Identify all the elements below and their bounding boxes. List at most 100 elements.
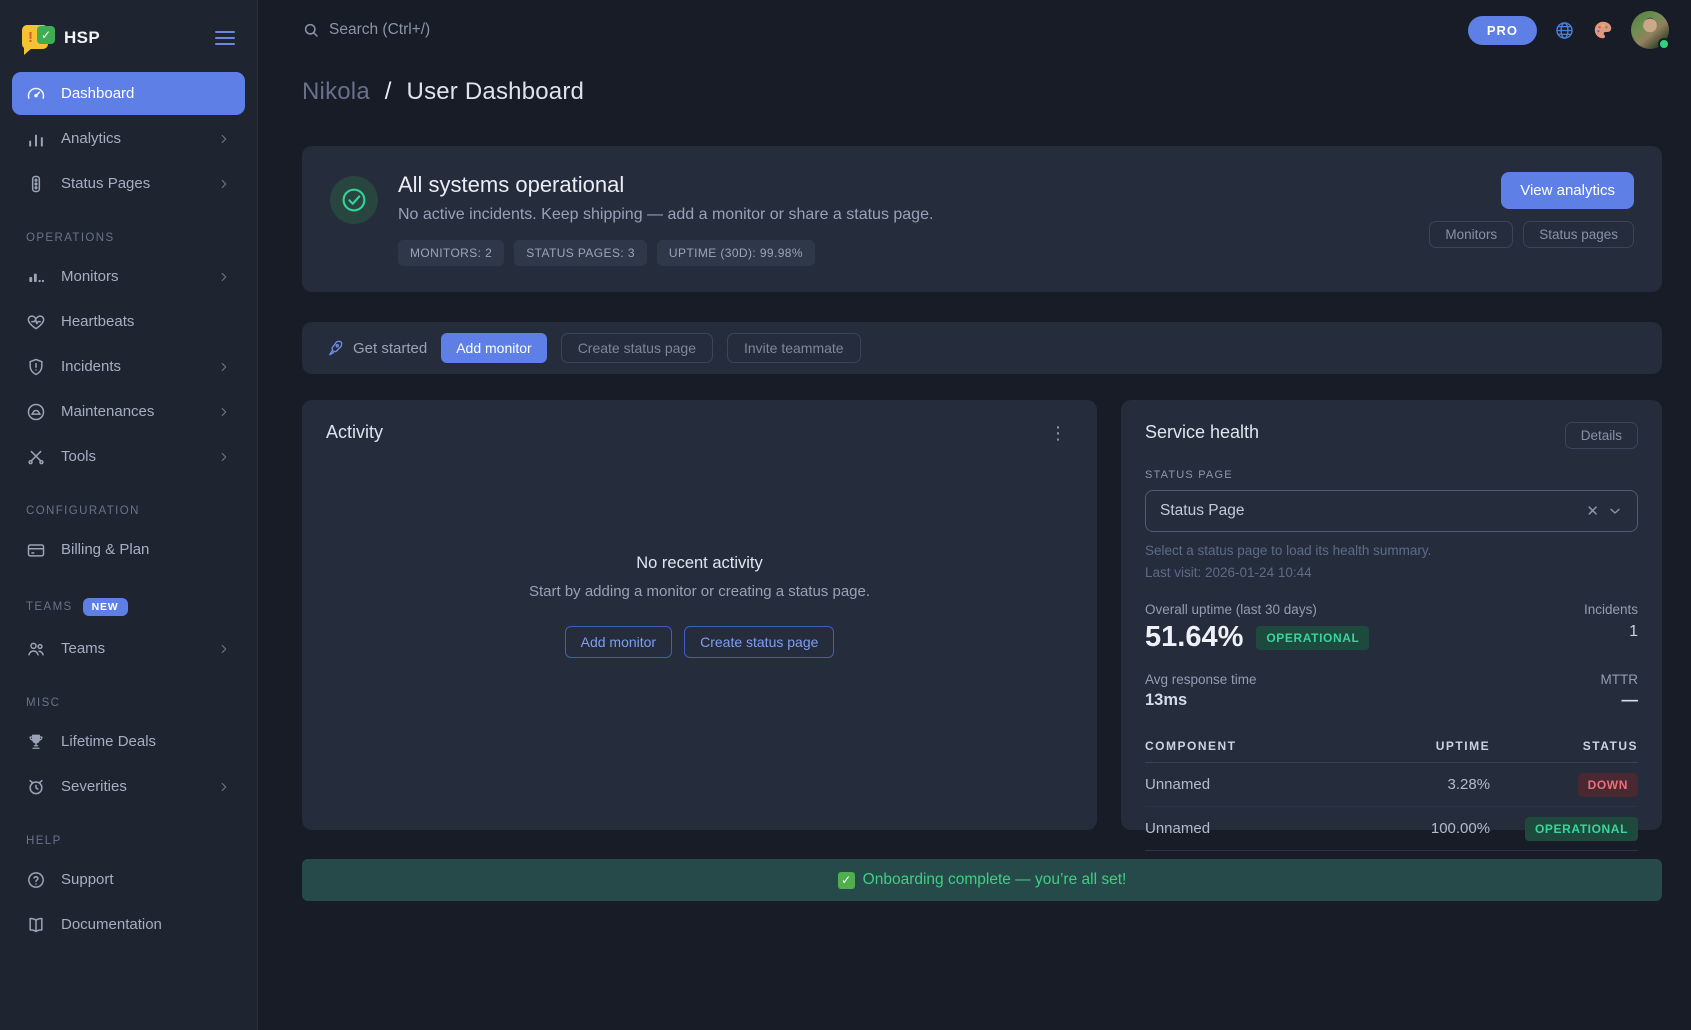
column-header-component: COMPONENT <box>1145 730 1352 763</box>
chevron-right-icon <box>217 360 231 374</box>
search-placeholder: Search (Ctrl+/) <box>329 21 430 39</box>
add-monitor-button[interactable]: Add monitor <box>441 333 546 363</box>
online-status-dot <box>1658 38 1670 50</box>
content: Nikola / User Dashboard All systems oper… <box>258 60 1691 1030</box>
table-row: Unnamed 3.28% DOWN <box>1145 763 1638 807</box>
sidebar-section-operations: OPERATIONS <box>0 207 257 253</box>
brand-name: HSP <box>64 28 100 48</box>
column-header-status: STATUS <box>1490 730 1638 763</box>
globe-icon[interactable] <box>1554 20 1575 41</box>
chevron-right-icon <box>217 177 231 191</box>
details-button[interactable]: Details <box>1565 422 1638 449</box>
uptime-value: 51.64% <box>1145 621 1243 654</box>
onboarding-banner: ✓ Onboarding complete — you’re all set! <box>302 859 1662 901</box>
search-icon <box>302 21 320 39</box>
status-page-select-value: Status Page <box>1160 502 1578 520</box>
hamburger-menu-icon[interactable] <box>215 27 235 49</box>
avg-response-value: 13ms <box>1145 691 1257 710</box>
activity-card: Activity ⋮ No recent activity Start by a… <box>302 400 1097 830</box>
topbar: Search (Ctrl+/) PRO <box>258 0 1691 60</box>
sidebar-item-label: Documentation <box>61 916 162 933</box>
select-helper-text: Select a status page to load its health … <box>1145 543 1638 558</box>
uptime-status-badge: OPERATIONAL <box>1256 626 1369 650</box>
user-avatar[interactable] <box>1631 11 1669 49</box>
sidebar-item-maintenances[interactable]: Maintenances <box>12 390 245 433</box>
brand-row: ! ✓ HSP <box>0 14 257 70</box>
main-area: Search (Ctrl+/) PRO Nikola / User Dashbo… <box>258 0 1691 1030</box>
empty-create-status-page-button[interactable]: Create status page <box>684 626 834 658</box>
rocket-icon <box>326 339 344 357</box>
component-uptime: 3.28% <box>1352 763 1490 807</box>
pro-badge[interactable]: PRO <box>1468 16 1537 45</box>
hero-title: All systems operational <box>398 172 1409 198</box>
monitors-bars-icon <box>26 267 46 287</box>
alarm-clock-icon <box>26 777 46 797</box>
search-input[interactable]: Search (Ctrl+/) <box>302 21 1468 39</box>
create-status-page-button[interactable]: Create status page <box>561 333 713 363</box>
sidebar-item-label: Maintenances <box>61 403 154 420</box>
incidents-value: 1 <box>1584 623 1638 641</box>
users-icon <box>26 639 46 659</box>
sidebar-item-lifetime-deals[interactable]: Lifetime Deals <box>12 720 245 763</box>
invite-teammate-button[interactable]: Invite teammate <box>727 333 861 363</box>
sidebar-item-label: Severities <box>61 778 127 795</box>
breadcrumb-separator: / <box>377 78 400 105</box>
stat-monitors: MONITORS: 2 <box>398 240 504 266</box>
activity-title: Activity <box>326 422 383 443</box>
sidebar-item-documentation[interactable]: Documentation <box>12 903 245 946</box>
sidebar-item-status-pages[interactable]: Status Pages <box>12 162 245 205</box>
sidebar-item-tools[interactable]: Tools <box>12 435 245 478</box>
sidebar-item-support[interactable]: Support <box>12 858 245 901</box>
component-name: Unnamed <box>1145 763 1352 807</box>
sidebar-item-incidents[interactable]: Incidents <box>12 345 245 388</box>
view-analytics-button[interactable]: View analytics <box>1501 172 1634 209</box>
component-uptime: 100.00% <box>1352 807 1490 851</box>
stat-uptime: UPTIME (30D): 99.98% <box>657 240 815 266</box>
chevron-right-icon <box>217 642 231 656</box>
component-name: Unnamed <box>1145 807 1352 851</box>
sidebar: ! ✓ HSP Dashboard Analytics Status Pages… <box>0 0 258 1030</box>
sidebar-item-label: Monitors <box>61 268 119 285</box>
chevron-right-icon <box>217 450 231 464</box>
get-started-label: Get started <box>353 340 427 357</box>
breadcrumb-parent[interactable]: Nikola <box>302 78 370 105</box>
sidebar-item-billing-plan[interactable]: Billing & Plan <box>12 528 245 571</box>
mttr-value: — <box>1601 691 1639 710</box>
service-health-title: Service health <box>1145 422 1259 443</box>
sidebar-item-severities[interactable]: Severities <box>12 765 245 808</box>
sidebar-item-label: Dashboard <box>61 85 134 102</box>
check-emoji-icon: ✓ <box>838 872 855 889</box>
crossed-tools-icon <box>26 447 46 467</box>
help-circle-icon <box>26 870 46 890</box>
check-circle-icon <box>330 176 378 224</box>
palette-icon[interactable] <box>1592 19 1614 41</box>
monitors-button[interactable]: Monitors <box>1429 221 1513 248</box>
incidents-label: Incidents <box>1584 602 1638 617</box>
traffic-light-icon <box>26 174 46 194</box>
sidebar-item-teams[interactable]: Teams <box>12 627 245 670</box>
clear-selection-icon[interactable]: ✕ <box>1578 502 1607 520</box>
kebab-menu-icon[interactable]: ⋮ <box>1043 422 1073 444</box>
sidebar-item-monitors[interactable]: Monitors <box>12 255 245 298</box>
status-pages-button[interactable]: Status pages <box>1523 221 1634 248</box>
sidebar-section-configuration: CONFIGURATION <box>0 480 257 526</box>
gauge-icon <box>26 84 46 104</box>
onboarding-banner-text: Onboarding complete — you’re all set! <box>863 871 1127 889</box>
sidebar-item-label: Teams <box>61 640 105 657</box>
status-hero-card: All systems operational No active incide… <box>302 146 1662 292</box>
chevron-right-icon <box>217 132 231 146</box>
components-table: COMPONENT UPTIME STATUS Unnamed 3.28% DO… <box>1145 730 1638 851</box>
hard-hat-circle-icon <box>26 402 46 422</box>
sidebar-item-heartbeats[interactable]: Heartbeats <box>12 300 245 343</box>
empty-state-subtitle: Start by adding a monitor or creating a … <box>529 583 870 600</box>
sidebar-item-dashboard[interactable]: Dashboard <box>12 72 245 115</box>
status-badge: DOWN <box>1578 773 1638 797</box>
shield-alert-icon <box>26 357 46 377</box>
bar-chart-icon <box>26 129 46 149</box>
page-title: User Dashboard <box>407 78 585 105</box>
sidebar-section-teams: TEAMS NEW <box>0 573 257 625</box>
empty-add-monitor-button[interactable]: Add monitor <box>565 626 672 658</box>
sidebar-item-analytics[interactable]: Analytics <box>12 117 245 160</box>
sidebar-item-label: Incidents <box>61 358 121 375</box>
status-page-select[interactable]: Status Page ✕ <box>1145 490 1638 532</box>
